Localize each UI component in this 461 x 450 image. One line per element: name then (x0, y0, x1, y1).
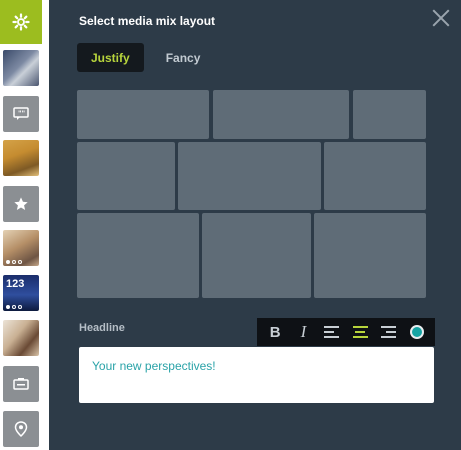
media-thumb-2[interactable] (3, 140, 39, 176)
panel-title: Select media mix layout (79, 14, 216, 28)
layout-tile[interactable] (178, 142, 321, 210)
media-thumb-1[interactable] (3, 50, 39, 86)
counter-text: 123 (6, 278, 25, 290)
slideshow-button[interactable] (3, 366, 39, 402)
layout-tile[interactable] (202, 213, 311, 298)
photo-thumbnail (3, 140, 39, 176)
align-center-button[interactable] (349, 321, 371, 343)
layout-tile[interactable] (213, 90, 349, 139)
location-button[interactable] (3, 411, 39, 447)
gallery-dots-icon (6, 305, 22, 309)
svg-text:": " (22, 110, 26, 118)
headline-label: Headline (79, 322, 125, 334)
settings-button[interactable] (0, 0, 42, 44)
align-left-icon (324, 326, 340, 338)
media-thumb-3[interactable] (3, 320, 39, 356)
align-right-button[interactable] (377, 321, 399, 343)
counter-gallery-button[interactable]: 123 (3, 275, 39, 311)
quote-button[interactable]: " " (3, 96, 39, 132)
bold-button[interactable]: B (264, 321, 286, 343)
tab-fancy[interactable]: Fancy (144, 43, 223, 72)
layout-tile[interactable] (77, 213, 199, 298)
text-color-button[interactable] (406, 321, 428, 343)
left-toolbar: " " 123 (0, 0, 44, 450)
layout-tile[interactable] (353, 90, 426, 139)
layout-tabs: Justify Fancy (77, 43, 222, 72)
close-icon[interactable] (431, 8, 451, 28)
layout-tile[interactable] (314, 213, 426, 298)
photo-thumbnail (3, 50, 39, 86)
layout-panel: Select media mix layout Justify Fancy He… (49, 0, 461, 450)
gallery-dots-icon (6, 260, 22, 264)
highlight-button[interactable] (3, 186, 39, 222)
tab-justify[interactable]: Justify (77, 43, 144, 72)
gallery-button[interactable] (3, 230, 39, 266)
photo-thumbnail (3, 320, 39, 356)
gear-icon (12, 13, 30, 31)
headline-editor[interactable]: Your new perspectives! (79, 347, 434, 403)
text-format-toolbar: B I (257, 318, 435, 346)
align-center-icon (352, 326, 368, 338)
photo-gallery-thumbnail (3, 230, 39, 266)
slideshow-icon (13, 378, 29, 390)
layout-tile[interactable] (324, 142, 426, 210)
quote-bubble-icon: " " (13, 107, 29, 120)
layout-tile[interactable] (77, 90, 209, 139)
star-icon (14, 197, 28, 210)
color-swatch-icon (409, 325, 424, 339)
map-pin-icon (14, 421, 28, 437)
layout-tile[interactable] (77, 142, 175, 210)
photo-gallery-thumbnail: 123 (3, 275, 39, 311)
align-left-button[interactable] (321, 321, 343, 343)
italic-button[interactable]: I (292, 321, 314, 343)
align-right-icon (380, 326, 396, 338)
